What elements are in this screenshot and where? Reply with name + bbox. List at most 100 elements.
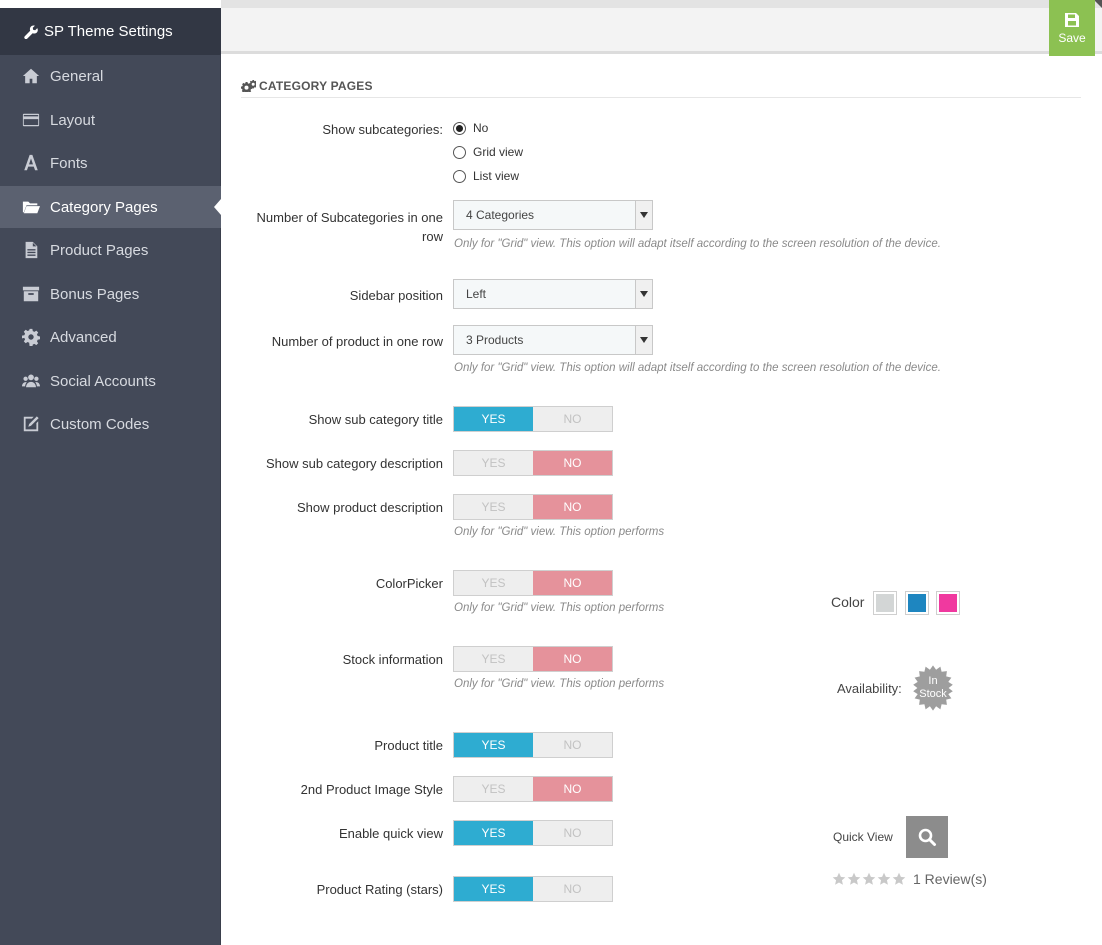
toggle-no[interactable]: NO [533,407,612,431]
top-strip [221,0,1102,8]
sidebar-item-product-pages[interactable]: Product Pages [0,229,221,271]
product-title-toggle[interactable]: YES NO [453,732,613,758]
chevron-down-icon [635,326,652,354]
sidebar-position-label: Sidebar position [349,288,443,303]
star-icon [862,872,876,885]
sidebar-item-label: Advanced [50,328,117,346]
colorpicker-label: ColorPicker [375,576,443,591]
color-swatch [873,591,897,615]
star-icon [847,872,861,885]
toggle-yes[interactable]: YES [454,495,533,519]
star-icon [832,872,846,885]
toggle-yes[interactable]: YES [454,407,533,431]
num-subcategories-hint: Only for "Grid" view. This option will a… [454,238,941,250]
rating-stars [832,872,907,886]
toggle-no[interactable]: NO [533,495,612,519]
badge-line-2: Stock [919,688,947,700]
save-icon [1065,13,1079,27]
radio-grid-view[interactable]: Grid view [453,145,523,159]
sidebar-item-fonts[interactable]: Fonts [0,142,221,184]
colorpicker-toggle[interactable]: YES NO [453,570,613,596]
color-swatch [905,591,929,615]
toggle-no[interactable]: NO [533,777,612,801]
num-products-hint: Only for "Grid" view. This option will a… [454,362,941,374]
sidebar-item-custom-codes[interactable]: Custom Codes [0,403,221,445]
radio-button[interactable] [453,145,466,159]
sidebar-item-label: Category Pages [50,198,158,216]
num-subcategories-select[interactable]: 4 Categories [453,200,653,230]
users-icon [21,371,41,391]
toggle-no[interactable]: NO [533,733,612,757]
toggle-yes[interactable]: YES [454,777,533,801]
gear-icon [21,327,41,347]
section-title: CATEGORY PAGES [259,78,373,93]
sidebar-title: SP Theme Settings [44,23,173,40]
radio-list-view[interactable]: List view [453,169,519,183]
radio-label: Grid view [473,145,524,159]
product-title-label: Product title [374,738,443,753]
quick-view-toggle[interactable]: YES NO [453,820,613,846]
corner-triangle [1094,0,1102,8]
sidebar-item-category-pages[interactable]: Category Pages [0,186,221,228]
sidebar-position-select[interactable]: Left [453,279,653,309]
search-icon [918,828,936,846]
credit-card-icon [21,110,41,130]
sidebar-top-strip [0,0,221,8]
sidebar-item-label: Bonus Pages [50,285,140,303]
toggle-yes[interactable]: YES [454,821,533,845]
availability-label: Availability: [837,681,902,696]
num-products-select[interactable]: 3 Products [453,325,653,355]
wrench-icon [24,24,38,39]
home-icon [21,66,41,86]
second-image-style-label: 2nd Product Image Style [300,782,443,797]
stock-info-label: Stock information [342,652,443,667]
save-button[interactable]: Save [1049,0,1095,56]
product-rating-label: Product Rating (stars) [316,882,443,897]
show-subcat-title-toggle[interactable]: YES NO [453,406,613,432]
sidebar-item-social-accounts[interactable]: Social Accounts [0,360,221,402]
product-rating-toggle[interactable]: YES NO [453,876,613,902]
star-icon [877,872,891,885]
sidebar-item-advanced[interactable]: Advanced [0,316,221,358]
edit-icon [21,414,41,434]
toggle-no[interactable]: NO [533,877,612,901]
font-icon [21,153,41,173]
show-subcat-title-label: Show sub category title [308,412,443,427]
folder-open-icon [21,197,41,217]
gears-icon [241,79,256,92]
show-product-desc-toggle[interactable]: YES NO [453,494,613,520]
radio-button[interactable] [453,121,466,135]
colorpicker-hint: Only for "Grid" view. This option perfor… [454,602,665,614]
toggle-no[interactable]: NO [533,821,612,845]
quick-view-preview-button[interactable] [906,816,948,858]
toggle-yes[interactable]: YES [454,571,533,595]
star-icon [892,872,906,885]
toggle-no[interactable]: NO [533,451,612,475]
toggle-no[interactable]: NO [533,647,612,671]
sidebar-item-bonus-pages[interactable]: Bonus Pages [0,273,221,315]
second-image-style-toggle[interactable]: YES NO [453,776,613,802]
toggle-yes[interactable]: YES [454,877,533,901]
reviews-count: 1 Review(s) [913,871,987,887]
radio-no[interactable]: No [453,121,488,135]
show-subcat-desc-toggle[interactable]: YES NO [453,450,613,476]
stock-info-toggle[interactable]: YES NO [453,646,613,672]
toggle-no[interactable]: NO [533,571,612,595]
badge-line-1: In [928,675,938,687]
show-product-desc-hint: Only for "Grid" view. This option perfor… [454,526,665,538]
toggle-yes[interactable]: YES [454,451,533,475]
sidebar-item-label: Product Pages [50,241,149,259]
toggle-yes[interactable]: YES [454,733,533,757]
sidebar-item-general[interactable]: General [0,55,221,97]
color-swatch [936,591,960,615]
select-value: 4 Categories [466,208,535,222]
radio-label: List view [473,169,520,183]
radio-label: No [473,121,489,135]
select-value: 3 Products [466,333,524,347]
quick-view-label: Enable quick view [338,826,443,841]
num-products-label: Number of product in one row [271,334,443,349]
sidebar-item-layout[interactable]: Layout [0,99,221,141]
active-pointer [214,199,221,215]
toggle-yes[interactable]: YES [454,647,533,671]
radio-button[interactable] [453,169,466,183]
